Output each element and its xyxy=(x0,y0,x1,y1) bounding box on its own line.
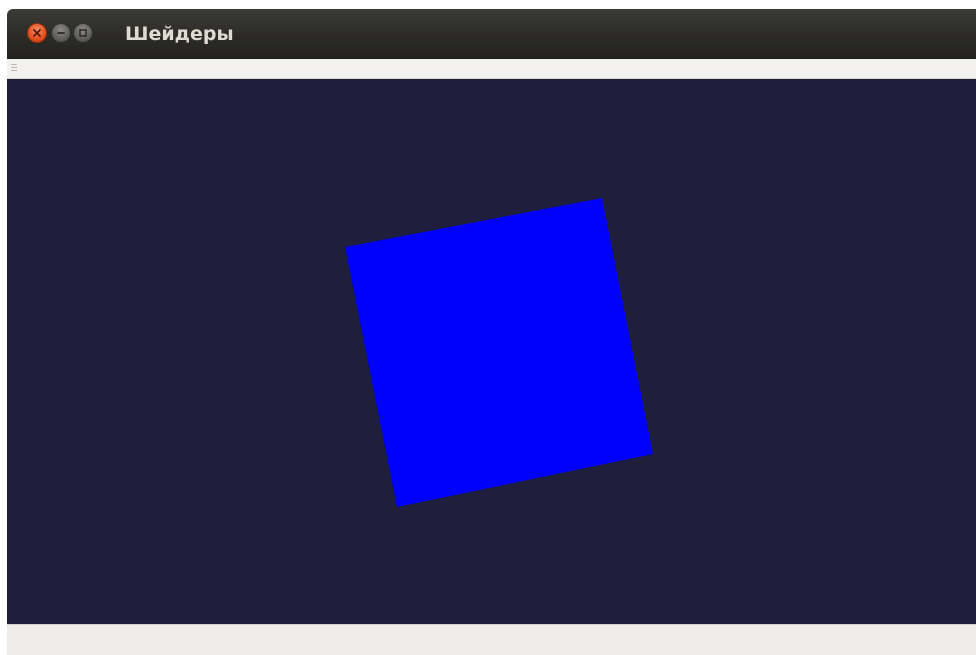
title-bar[interactable]: Шейдеры xyxy=(7,9,976,59)
menu-bar xyxy=(7,59,976,79)
minimize-icon xyxy=(57,32,65,34)
blue-square-shape xyxy=(345,198,653,507)
grip-icon[interactable] xyxy=(11,64,17,74)
maximize-button[interactable] xyxy=(73,23,93,43)
status-bar xyxy=(7,624,976,655)
close-icon xyxy=(33,29,41,37)
close-button[interactable] xyxy=(27,23,47,43)
window-title: Шейдеры xyxy=(125,23,234,45)
application-window: Шейдеры xyxy=(7,9,976,655)
maximize-icon xyxy=(79,29,87,37)
scene-svg xyxy=(345,198,653,507)
minimize-button[interactable] xyxy=(51,23,71,43)
render-canvas[interactable] xyxy=(7,79,976,624)
